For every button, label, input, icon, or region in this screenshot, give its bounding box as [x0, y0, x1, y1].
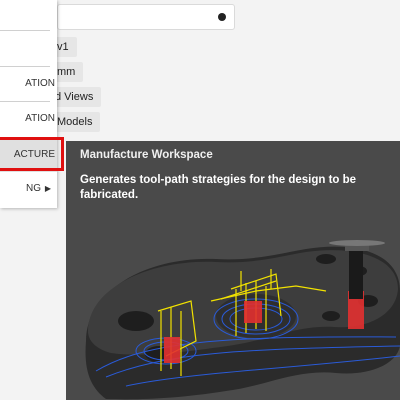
browser-item-named-views[interactable]: d Views	[53, 87, 102, 107]
workspace-tooltip: Manufacture Workspace Generates tool-pat…	[66, 141, 400, 400]
menu-item-label: ATION	[25, 113, 55, 124]
toolpath-illustration	[85, 240, 400, 400]
browser-item-version[interactable]: v1	[55, 37, 77, 57]
search-options-icon[interactable]	[218, 13, 226, 21]
menu-item-label: NG	[26, 183, 41, 194]
menu-item-drawing[interactable]: NG ▶	[0, 172, 57, 206]
submenu-arrow-icon: ▶	[44, 184, 51, 193]
menu-item[interactable]	[0, 32, 57, 66]
selection-highlight	[0, 137, 64, 171]
browser-item-models[interactable]: Models	[55, 112, 101, 132]
browser-item-units[interactable]: mm	[55, 62, 84, 82]
workspace-menu: ATION ATION ACTURE NG ▶	[0, 0, 57, 208]
menu-item-label: ATION	[25, 78, 55, 89]
menu-item-animation[interactable]: ATION	[0, 102, 57, 136]
menu-separator	[0, 30, 50, 31]
menu-item-simulation[interactable]: ATION	[0, 67, 57, 101]
browser-search-field[interactable]	[57, 4, 235, 30]
